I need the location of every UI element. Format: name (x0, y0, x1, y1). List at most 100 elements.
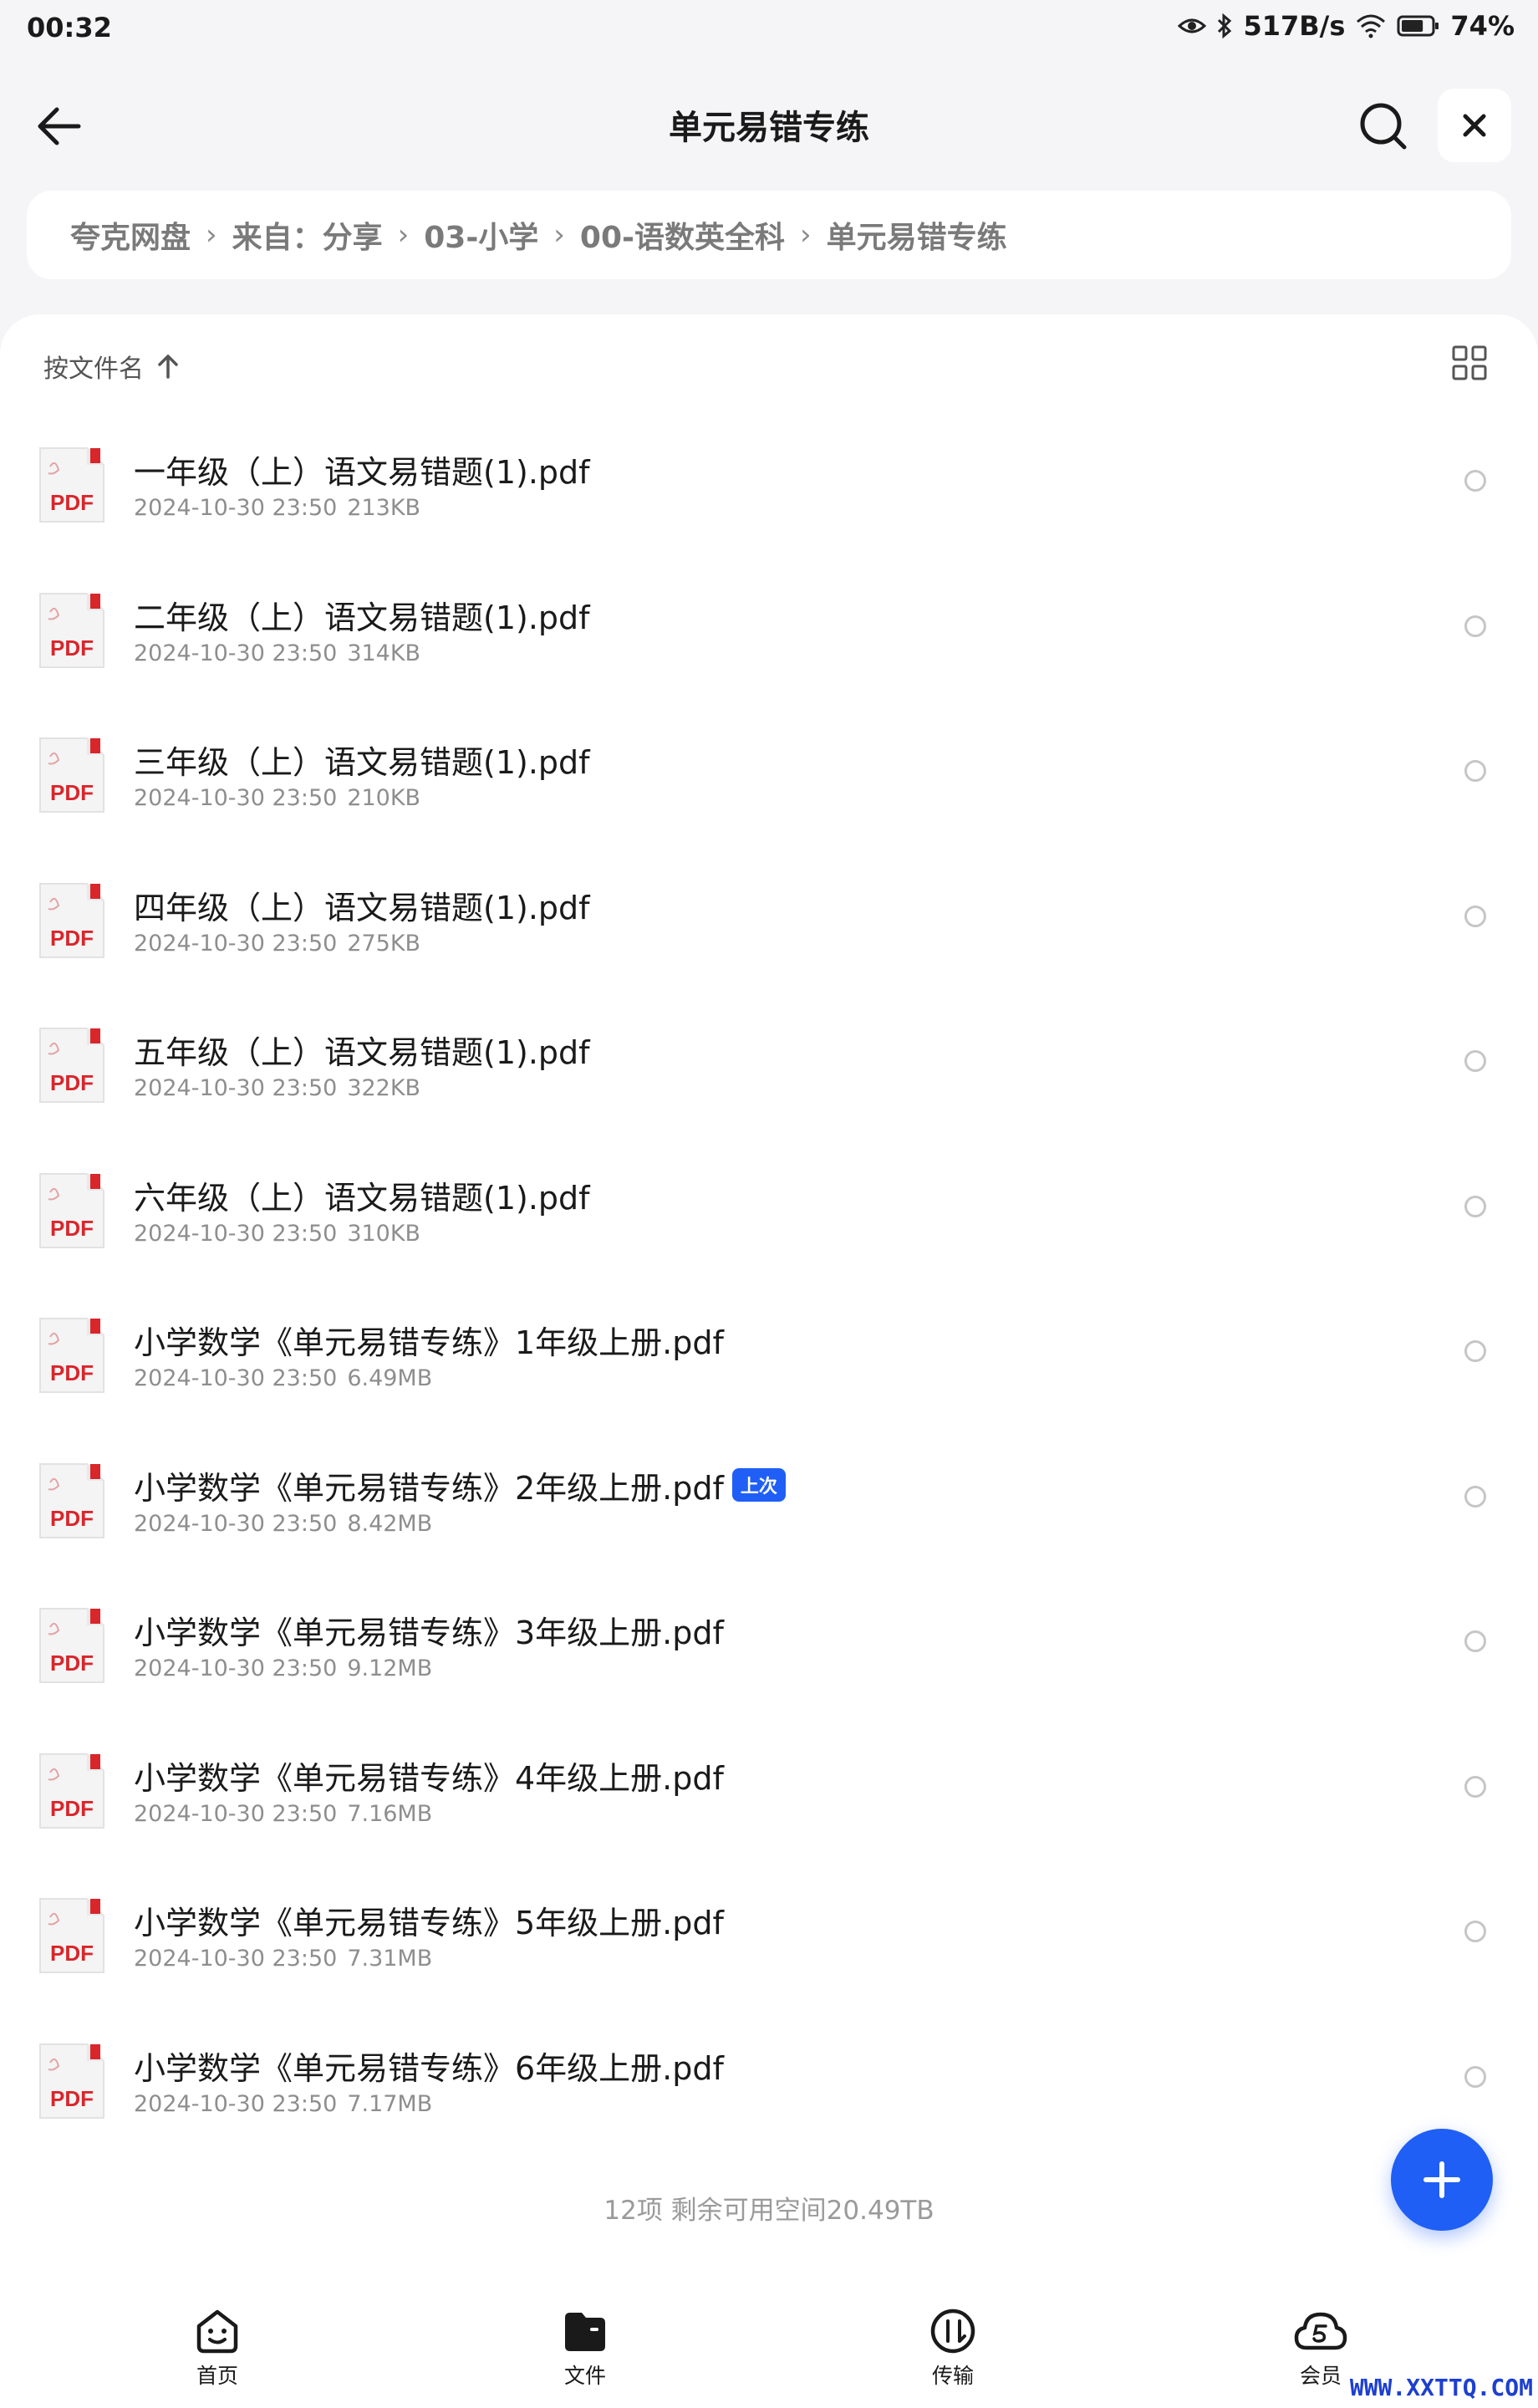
file-row[interactable]: PDF 五年级（上）语文易错题(1).pdf 2024-10-30 23:50 3… (0, 1003, 1538, 1149)
file-meta: 2024-10-30 23:50 8.42MB (134, 1511, 432, 1537)
nav-transfer[interactable]: 传输 (903, 2308, 1003, 2390)
breadcrumb: 夸克网盘 › 来自：分享 › 03-小学 › 00-语数英全科 › 单元易错专练 (27, 191, 1511, 279)
svg-text:PDF: PDF (50, 1506, 94, 1531)
nav-home[interactable]: 首页 (167, 2308, 267, 2390)
select-checkbox[interactable] (1464, 1775, 1486, 1798)
file-size: 7.31MB (347, 1946, 433, 1972)
pdf-file-icon: PDF (37, 445, 107, 525)
grid-view-button[interactable] (1451, 344, 1488, 381)
file-date: 2024-10-30 23:50 (134, 1656, 338, 1681)
file-meta: 2024-10-30 23:50 275KB (134, 931, 420, 957)
file-date: 2024-10-30 23:50 (134, 1075, 338, 1101)
select-checkbox[interactable] (1464, 1340, 1486, 1362)
breadcrumb-item-share[interactable]: 来自：分享 (232, 213, 383, 257)
svg-text:PDF: PDF (50, 635, 94, 661)
breadcrumb-item-all-subjects[interactable]: 00-语数英全科 (580, 213, 785, 257)
pdf-file-icon: PDF (37, 1025, 107, 1105)
file-row[interactable]: PDF 小学数学《单元易错专练》1年级上册.pdf 2024-10-30 23:… (0, 1293, 1538, 1439)
plus-icon (1423, 2161, 1460, 2198)
breadcrumb-item-root[interactable]: 夸克网盘 (70, 213, 191, 257)
file-name: 五年级（上）语文易错题(1).pdf (134, 1034, 590, 1071)
sort-button[interactable]: 按文件名 (43, 348, 179, 385)
last-opened-badge: 上次 (731, 1468, 786, 1502)
svg-text:PDF: PDF (50, 780, 94, 805)
file-name: 二年级（上）语文易错题(1).pdf (134, 599, 590, 636)
file-row[interactable]: PDF 二年级（上）语文易错题(1).pdf 2024-10-30 23:50 3… (0, 569, 1538, 714)
file-size: 9.12MB (347, 1656, 433, 1681)
file-meta: 2024-10-30 23:50 310KB (134, 1221, 420, 1247)
file-row[interactable]: PDF 小学数学《单元易错专练》2年级上册.pdf 上次 2024-10-30 2… (0, 1439, 1538, 1584)
select-checkbox[interactable] (1464, 905, 1486, 927)
file-row[interactable]: PDF 小学数学《单元易错专练》3年级上册.pdf 2024-10-30 23:… (0, 1584, 1538, 1729)
pdf-file-icon: PDF (37, 590, 107, 671)
file-date: 2024-10-30 23:50 (134, 930, 338, 957)
top-app-bar: 单元易错专练 (0, 75, 1538, 176)
nav-files[interactable]: 文件 (535, 2308, 635, 2390)
select-checkbox[interactable] (1464, 2065, 1486, 2088)
close-icon (1463, 114, 1486, 137)
file-size: 314KB (347, 640, 421, 666)
breadcrumb-item-current: 单元易错专练 (826, 221, 1007, 255)
file-size: 275KB (347, 930, 421, 957)
file-name: 三年级（上）语文易错题(1).pdf (134, 744, 590, 781)
chevron-right-icon: › (553, 218, 565, 252)
pdf-file-icon: PDF (37, 1895, 107, 1976)
select-checkbox[interactable] (1464, 1630, 1486, 1652)
sort-label: 按文件名 (43, 355, 144, 384)
file-meta: 2024-10-30 23:50 7.16MB (134, 1801, 432, 1827)
home-face-icon (196, 2309, 238, 2354)
file-meta: 2024-10-30 23:50 7.31MB (134, 1946, 432, 1972)
file-date: 2024-10-30 23:50 (134, 495, 338, 521)
pdf-file-icon: PDF (37, 1461, 107, 1541)
network-speed: 517B/s (1243, 10, 1346, 42)
file-row[interactable]: PDF 三年级（上）语文易错题(1).pdf 2024-10-30 23:50 2… (0, 713, 1538, 859)
file-row[interactable]: PDF 小学数学《单元易错专练》5年级上册.pdf 2024-10-30 23:… (0, 1874, 1538, 2019)
file-date: 2024-10-30 23:50 (134, 1220, 338, 1247)
bluetooth-icon (1216, 13, 1233, 38)
pdf-file-icon: PDF (37, 1605, 107, 1686)
select-checkbox[interactable] (1464, 1195, 1486, 1217)
select-checkbox[interactable] (1464, 760, 1486, 782)
page-title: 单元易错专练 (669, 109, 869, 147)
close-button[interactable] (1438, 89, 1511, 162)
select-checkbox[interactable] (1464, 1921, 1486, 1942)
add-button[interactable] (1391, 2129, 1493, 2231)
pdf-file-icon: PDF (37, 1171, 107, 1251)
file-name: 小学数学《单元易错专练》6年级上册.pdf (134, 2049, 724, 2087)
file-name: 一年级（上）语文易错题(1).pdf (134, 454, 590, 491)
file-name: 小学数学《单元易错专练》5年级上册.pdf (134, 1905, 724, 1941)
svg-text:PDF: PDF (50, 2086, 94, 2111)
file-row[interactable]: PDF 四年级（上）语文易错题(1).pdf 2024-10-30 23:50 2… (0, 859, 1538, 1004)
file-row[interactable]: PDF 一年级（上）语文易错题(1).pdf 2024-10-30 23:50 2… (0, 423, 1538, 569)
file-name: 小学数学《单元易错专练》3年级上册.pdf (134, 1615, 724, 1651)
file-meta: 2024-10-30 23:50 314KB (134, 640, 420, 666)
file-name: 小学数学《单元易错专练》2年级上册.pdf 上次 (134, 1462, 786, 1508)
select-checkbox[interactable] (1464, 1485, 1486, 1508)
bottom-navigation: 首页 文件 传输 会员 WWW.XXTTQ.COM (0, 2291, 1538, 2408)
select-checkbox[interactable] (1464, 1050, 1486, 1072)
search-button[interactable] (1354, 97, 1413, 156)
chevron-right-icon: › (799, 218, 812, 252)
chevron-right-icon: › (397, 218, 410, 252)
select-checkbox[interactable] (1464, 470, 1486, 492)
file-row[interactable]: PDF 小学数学《单元易错专练》6年级上册.pdf 2024-10-30 23:… (0, 2019, 1538, 2165)
svg-text:PDF: PDF (50, 1650, 94, 1676)
select-checkbox[interactable] (1464, 615, 1486, 637)
file-row[interactable]: PDF 小学数学《单元易错专练》4年级上册.pdf 2024-10-30 23:… (0, 1729, 1538, 1875)
svg-text:PDF: PDF (50, 926, 94, 951)
file-meta: 2024-10-30 23:50 7.17MB (134, 2091, 432, 2117)
file-date: 2024-10-30 23:50 (134, 640, 338, 666)
file-meta: 2024-10-30 23:50 322KB (134, 1075, 420, 1101)
svg-text:PDF: PDF (50, 490, 94, 515)
file-size: 8.42MB (347, 1510, 433, 1537)
file-date: 2024-10-30 23:50 (134, 1946, 338, 1972)
file-date: 2024-10-30 23:50 (134, 785, 338, 811)
file-row[interactable]: PDF 六年级（上）语文易错题(1).pdf 2024-10-30 23:50 3… (0, 1149, 1538, 1294)
svg-text:PDF: PDF (50, 1796, 94, 1821)
file-meta: 2024-10-30 23:50 213KB (134, 495, 420, 521)
sort-ascending-arrow-icon (158, 355, 178, 379)
search-icon (1360, 103, 1407, 150)
battery-percent: 74% (1450, 10, 1515, 42)
watermark: WWW.XXTTQ.COM (1349, 2374, 1533, 2401)
breadcrumb-item-primary[interactable]: 03-小学 (424, 213, 538, 257)
